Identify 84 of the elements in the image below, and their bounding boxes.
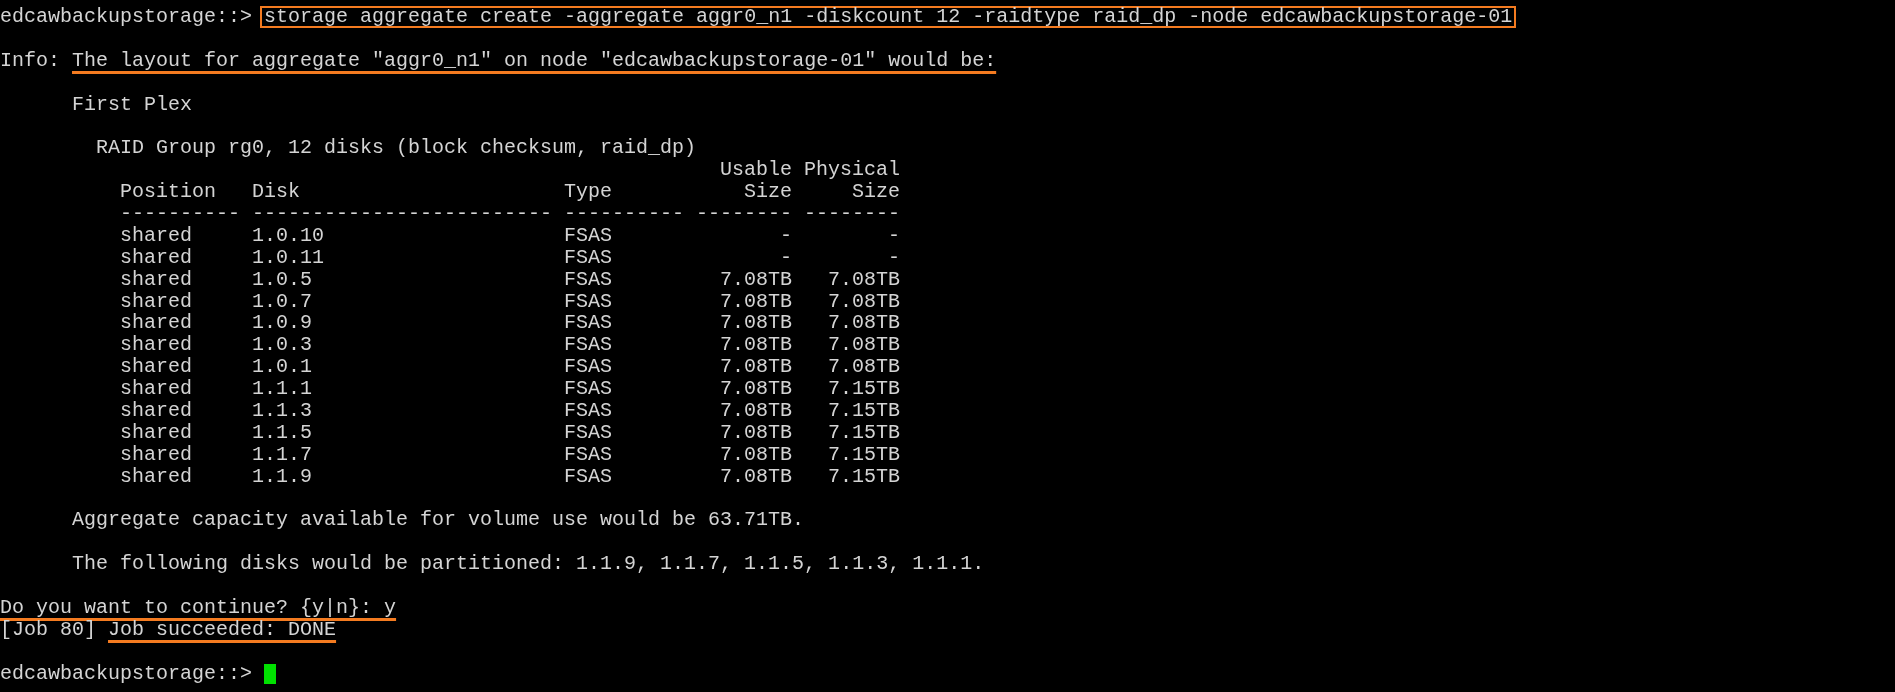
confirm-prompt: Do you want to continue? {y|n}: y [0,597,397,619]
column-rule: ---------- [564,203,686,225]
table-cell-text: 7.15TB [827,421,900,444]
table-cell-text: 1.0.5 [252,268,313,291]
table-cell-text: FSAS [564,421,613,444]
column-rule: -------- [804,203,900,225]
table-cell-text: FSAS [564,290,613,313]
column-rule: -------- [696,203,792,225]
info-message: The layout for aggregate "aggr0_n1" on node "edcawbackupstorage-01" would be: [72,49,997,72]
column-header: Size [743,181,792,203]
column-header: Usable [719,159,792,182]
table-cell-text: shared [120,356,193,379]
table-cell-text: shared [120,246,193,269]
table-cell-text: shared [120,378,193,401]
table-cell-text: FSAS [564,268,613,291]
table-cell-text: 7.08TB [827,356,900,379]
table-cell-text: 7.08TB [719,465,792,488]
table-cell-text: 1.0.7 [252,290,313,313]
table-cell-text: - [887,224,900,247]
table-cell-text: 7.08TB [719,312,792,335]
table-cell-text: 7.15TB [827,400,900,422]
table-cell-text: FSAS [564,465,613,488]
job-id: [Job 80] [0,618,96,641]
table-cell-text: 7.08TB [827,334,900,357]
table-cell-text: 7.08TB [719,334,792,357]
table-cell-text: 1.0.10 [252,224,325,247]
table-cell-text: FSAS [564,334,613,357]
table-cell-text: 7.08TB [719,268,792,291]
table-cell-text: FSAS [564,443,613,466]
table-cell-text: FSAS [564,378,613,401]
table-cell-text: shared [120,443,193,466]
table-cell-text: 7.15TB [827,443,900,466]
table-cell-text: 7.08TB [719,378,792,401]
raid-group-text: RAID Group rg0, 12 disks (block checksum, raid_dp) [96,137,697,160]
table-cell-text: shared [120,465,193,488]
table-cell-text: 1.1.3 [252,400,313,422]
table-cell-text: FSAS [564,224,613,247]
table-cell-text: 7.15TB [827,378,900,401]
table-cell-text: 7.08TB [719,443,792,466]
command-text: storage aggregate create -aggregate aggr0_n1 -diskcount 12 -raidtype raid_dp -node edcawbackupstorage-01 [260,6,1517,28]
table-cell-text: shared [120,224,193,247]
table-cell-text: 1.0.3 [252,334,313,357]
table-cell-text: 7.15TB [827,465,900,488]
table-cell-text: 1.1.5 [252,421,313,444]
column-rule: ---------- [120,203,242,225]
column-header: Position [120,181,217,203]
table-cell-text: 7.08TB [719,356,792,379]
capacity-note: Aggregate capacity available for volume use would be 63.71TB. [72,509,805,532]
shell-prompt: edcawbackupstorage::> [0,662,253,685]
table-cell-text: 7.08TB [827,268,900,291]
table-cell-text: shared [120,290,193,313]
table-cell-text: 7.08TB [719,400,792,422]
shell-prompt: edcawbackupstorage::> [0,6,253,28]
table-cell-text: shared [120,400,193,422]
info-label: Info: [0,49,60,72]
table-cell-text: FSAS [564,312,613,335]
table-cell-text: 1.1.7 [252,443,313,466]
table-cell-text: shared [120,421,193,444]
table-cell-text: - [887,246,900,269]
table-cell-text: 7.08TB [827,290,900,313]
partition-note: The following disks would be partitioned: 1.1.9, 1.1.7, 1.1.5, 1.1.3, 1.1.1. [72,553,985,576]
table-cell-text: 1.0.9 [252,312,313,335]
table-cell-text: FSAS [564,356,613,379]
table-cell-text: shared [120,312,193,335]
table-cell-text: 7.08TB [719,290,792,313]
table-cell-text: 1.1.9 [252,465,313,488]
table-cell-text: 7.08TB [827,312,900,335]
table-cell-text: 7.08TB [719,421,792,444]
column-header: Disk [252,181,301,203]
table-cell-text: - [779,224,792,247]
column-header: Physical [804,159,900,182]
table-cell-text: - [779,246,792,269]
column-rule: ------------------------- [252,203,554,225]
table-cell-text: shared [120,334,193,357]
table-cell-text: 1.0.1 [252,356,313,379]
table-cell-text: 1.1.1 [252,378,313,401]
table-cell-text: shared [120,268,193,291]
table-cell-text: FSAS [564,400,613,422]
table-cell-text: FSAS [564,246,613,269]
column-header: Type [564,181,613,203]
job-status: Job succeeded: DONE [108,618,337,641]
table-cell-text: 1.0.11 [252,246,325,269]
column-header: Size [851,181,900,203]
plex-title: First Plex [72,93,193,116]
